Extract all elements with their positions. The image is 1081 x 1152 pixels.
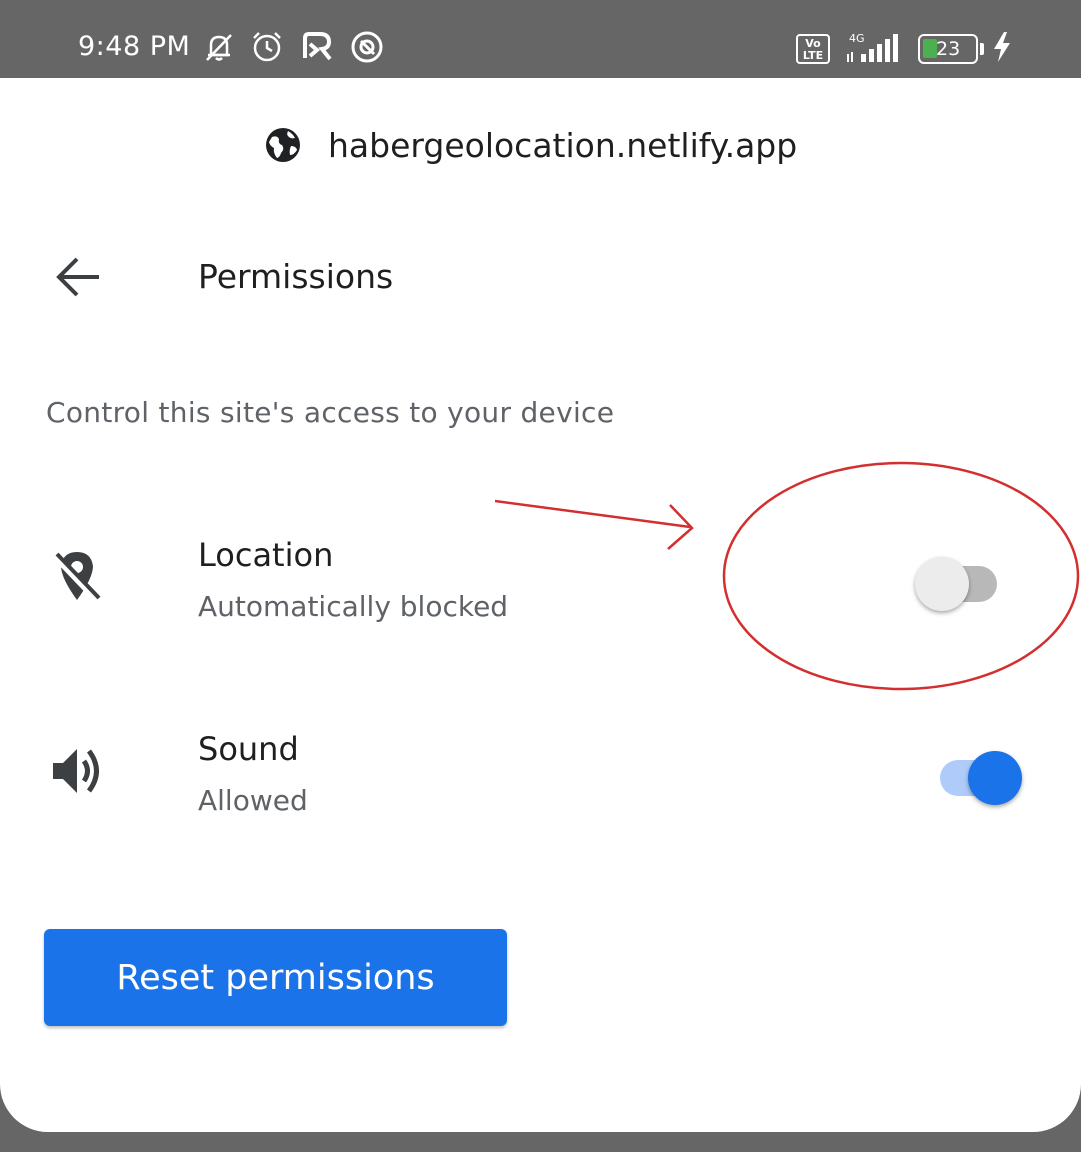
sound-toggle[interactable] (930, 742, 1022, 805)
permission-sound[interactable]: Sound Allowed (0, 722, 1081, 832)
permissions-sheet: habergeolocation.netlify.app Permissions… (0, 78, 1081, 1132)
app-icon (303, 32, 332, 61)
site-url: habergeolocation.netlify.app (328, 126, 798, 165)
signal-icon (847, 34, 898, 62)
permission-status: Allowed (198, 784, 308, 817)
location-toggle[interactable] (915, 548, 1007, 611)
battery-level: 23 (936, 38, 961, 60)
status-bar: 9:48 PM Vo LTE 4G 23 (0, 0, 1081, 78)
permission-location[interactable]: Location Automatically blocked (0, 528, 1081, 638)
battery-icon: 23 (918, 34, 978, 64)
arrow-left-icon (56, 257, 99, 297)
permission-status: Automatically blocked (198, 590, 509, 623)
volte-icon: Vo LTE (796, 34, 830, 64)
volume-icon (48, 742, 106, 800)
alarm-icon (253, 32, 281, 62)
site-info: habergeolocation.netlify.app (0, 120, 1081, 170)
permission-name: Sound (198, 730, 299, 768)
permission-name: Location (198, 536, 334, 574)
page-title: Permissions (198, 257, 394, 296)
header: Permissions (0, 243, 1081, 313)
charging-icon (994, 32, 1010, 62)
bell-off-icon (206, 34, 232, 61)
description-text: Control this site's access to your devic… (46, 396, 615, 429)
location-off-icon (48, 548, 106, 606)
back-button[interactable] (48, 251, 108, 303)
globe-icon (266, 128, 300, 162)
status-time: 9:48 PM (78, 31, 191, 62)
reset-permissions-button[interactable]: Reset permissions (44, 929, 507, 1026)
app-icon (351, 31, 383, 63)
